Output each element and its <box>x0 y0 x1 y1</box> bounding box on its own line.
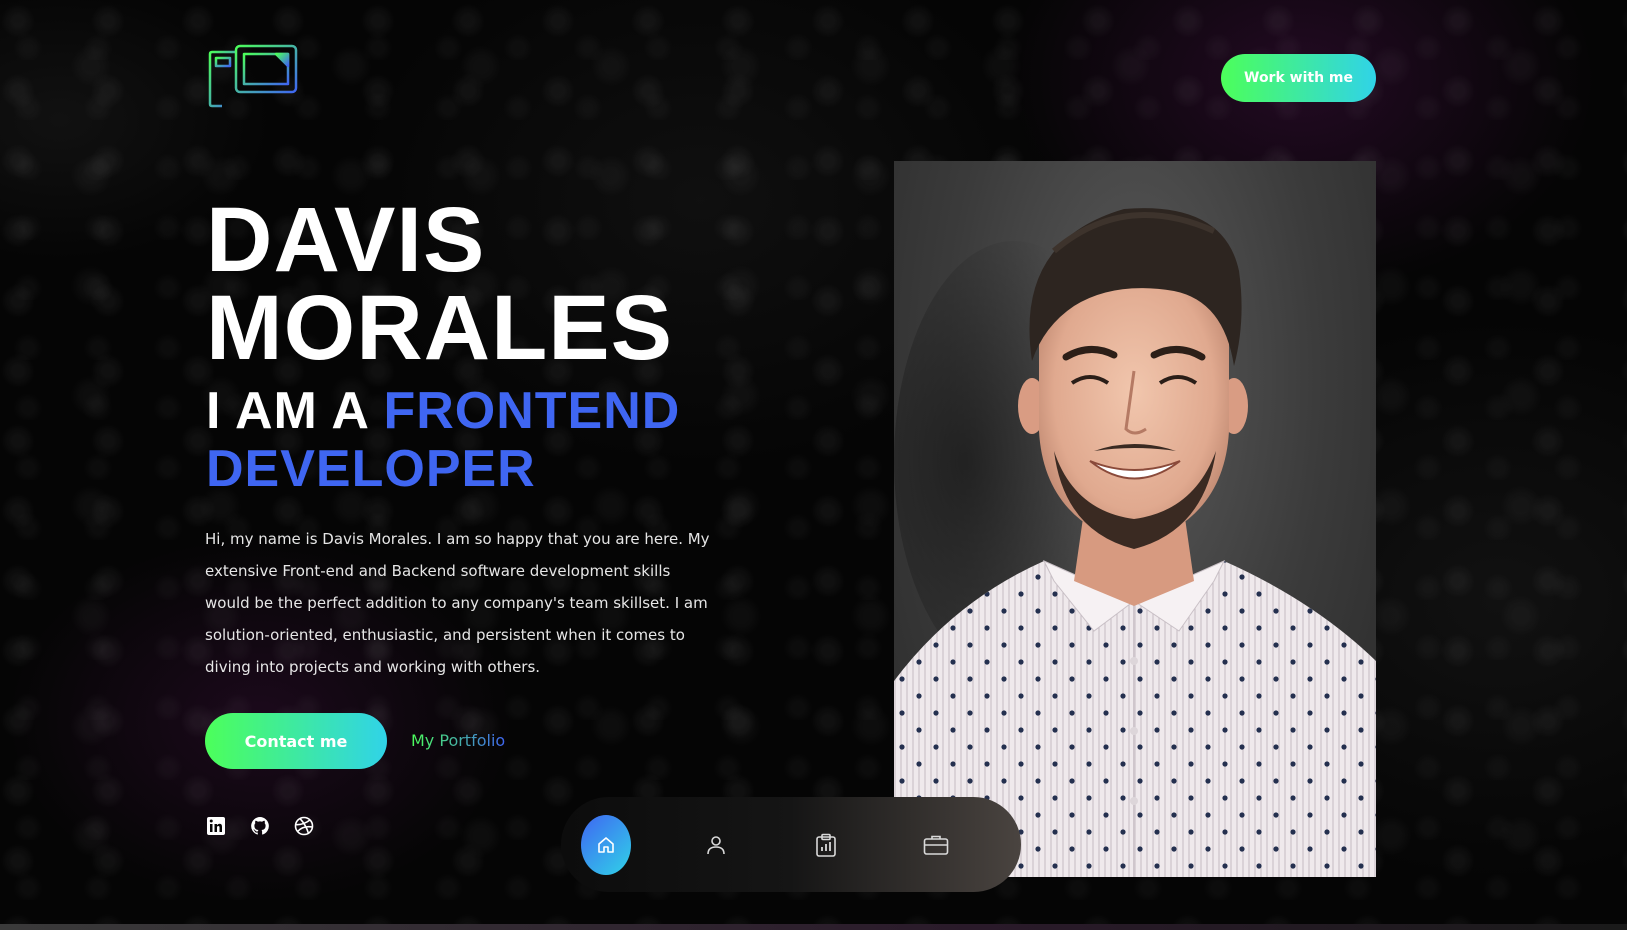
contact-me-button[interactable]: Contact me <box>205 713 387 769</box>
role-highlight-2: DEVELOPER <box>206 440 536 498</box>
briefcase-icon <box>923 835 949 855</box>
role-highlight-1: FRONTEND <box>383 382 681 440</box>
nav-portfolio[interactable] <box>911 815 961 875</box>
bio-paragraph: Hi, my name is Davis Morales. I am so ha… <box>205 530 710 676</box>
landing-page: Work with me DAVIS MORALES I AM A FRONTE… <box>0 0 1627 930</box>
name-first: DAVIS <box>206 189 486 291</box>
nav-home[interactable] <box>581 814 631 875</box>
user-icon <box>707 835 725 854</box>
role-heading: I AM A FRONTEND DEVELOPER <box>206 382 766 498</box>
work-with-me-button[interactable]: Work with me <box>1221 54 1376 102</box>
clipboard-chart-icon <box>816 833 836 857</box>
github-icon[interactable] <box>250 816 270 836</box>
bottom-scrollbar <box>0 924 1627 930</box>
dribbble-icon[interactable] <box>294 816 314 836</box>
nav-about[interactable] <box>691 815 741 875</box>
hero-section: DAVIS MORALES I AM A FRONTEND DEVELOPER <box>206 189 766 498</box>
profile-photo <box>894 161 1376 877</box>
nav-skills[interactable] <box>801 815 851 875</box>
name-last: MORALES <box>206 277 673 379</box>
bottom-nav <box>561 797 1021 892</box>
computer-monitor-icon[interactable] <box>208 44 300 112</box>
social-links <box>206 816 314 836</box>
linkedin-icon[interactable] <box>206 816 226 836</box>
portrait-illustration <box>894 208 1376 877</box>
role-prefix: I AM A <box>206 382 368 440</box>
my-portfolio-link[interactable]: My Portfolio <box>411 731 505 750</box>
page-title: DAVIS MORALES <box>206 189 766 379</box>
home-icon <box>598 836 614 853</box>
